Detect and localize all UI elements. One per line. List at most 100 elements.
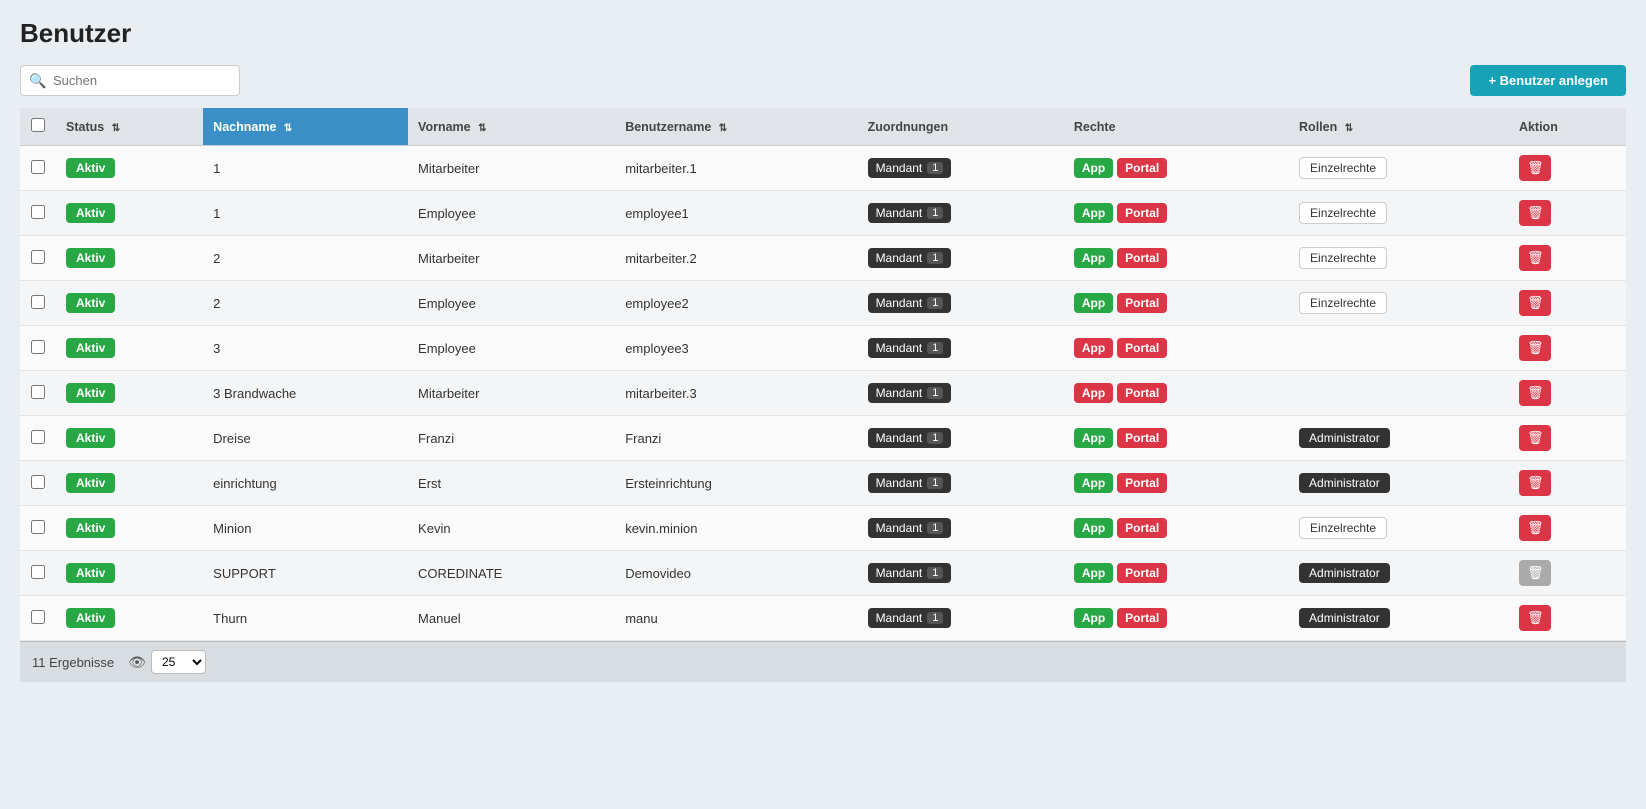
- row-rollen-cell: Einzelrechte: [1289, 506, 1509, 551]
- row-rollen-cell: Administrator: [1289, 461, 1509, 506]
- row-aktion-cell: 🗑: [1509, 461, 1626, 506]
- header-status[interactable]: Status ⇅: [56, 108, 203, 146]
- app-badge[interactable]: App: [1074, 563, 1113, 583]
- row-check-cell: [20, 596, 56, 641]
- row-checkbox[interactable]: [31, 430, 45, 444]
- header-benutzername[interactable]: Benutzername ⇅: [615, 108, 857, 146]
- app-badge[interactable]: App: [1074, 383, 1113, 403]
- header-check[interactable]: [20, 108, 56, 146]
- row-checkbox[interactable]: [31, 565, 45, 579]
- delete-button[interactable]: 🗑: [1519, 290, 1552, 316]
- row-check-cell: [20, 326, 56, 371]
- row-zuordnungen-cell: Mandant 1: [858, 416, 1064, 461]
- portal-badge[interactable]: Portal: [1117, 293, 1167, 313]
- app-badge[interactable]: App: [1074, 608, 1113, 628]
- table-row: AktivMinionKevinkevin.minionMandant 1App…: [20, 506, 1626, 551]
- portal-badge[interactable]: Portal: [1117, 383, 1167, 403]
- mandant-badge[interactable]: Mandant 1: [868, 338, 952, 358]
- delete-button[interactable]: 🗑: [1519, 200, 1552, 226]
- header-rechte: Rechte: [1064, 108, 1289, 146]
- row-rechte-cell: AppPortal: [1064, 236, 1289, 281]
- row-checkbox[interactable]: [31, 205, 45, 219]
- row-checkbox[interactable]: [31, 385, 45, 399]
- mandant-badge[interactable]: Mandant 1: [868, 428, 952, 448]
- mandant-badge[interactable]: Mandant 1: [868, 383, 952, 403]
- header-aktion: Aktion: [1509, 108, 1626, 146]
- select-all-checkbox[interactable]: [31, 118, 45, 132]
- delete-button[interactable]: 🗑: [1519, 470, 1552, 496]
- search-input[interactable]: [20, 65, 240, 96]
- app-badge[interactable]: App: [1074, 158, 1113, 178]
- row-benutzername-cell: manu: [615, 596, 857, 641]
- row-rechte-cell: AppPortal: [1064, 461, 1289, 506]
- mandant-badge[interactable]: Mandant 1: [868, 293, 952, 313]
- portal-badge[interactable]: Portal: [1117, 248, 1167, 268]
- row-zuordnungen-cell: Mandant 1: [858, 506, 1064, 551]
- delete-button[interactable]: 🗑: [1519, 515, 1552, 541]
- row-benutzername-cell: employee3: [615, 326, 857, 371]
- row-nachname-cell: Dreise: [203, 416, 408, 461]
- mandant-badge[interactable]: Mandant 1: [868, 563, 952, 583]
- per-page-select[interactable]: 25 50 100: [151, 650, 206, 674]
- portal-badge[interactable]: Portal: [1117, 428, 1167, 448]
- row-status-cell: Aktiv: [56, 371, 203, 416]
- app-badge[interactable]: App: [1074, 293, 1113, 313]
- row-status-cell: Aktiv: [56, 146, 203, 191]
- app-badge[interactable]: App: [1074, 428, 1113, 448]
- row-zuordnungen-cell: Mandant 1: [858, 551, 1064, 596]
- row-aktion-cell: 🗑: [1509, 596, 1626, 641]
- row-zuordnungen-cell: Mandant 1: [858, 371, 1064, 416]
- mandant-badge[interactable]: Mandant 1: [868, 608, 952, 628]
- mandant-badge[interactable]: Mandant 1: [868, 203, 952, 223]
- delete-button[interactable]: 🗑: [1519, 380, 1552, 406]
- header-vorname[interactable]: Vorname ⇅: [408, 108, 615, 146]
- portal-badge[interactable]: Portal: [1117, 338, 1167, 358]
- row-checkbox[interactable]: [31, 520, 45, 534]
- row-benutzername-cell: Ersteinrichtung: [615, 461, 857, 506]
- portal-badge[interactable]: Portal: [1117, 518, 1167, 538]
- row-rollen-cell: Einzelrechte: [1289, 191, 1509, 236]
- table-row: Aktiv1Mitarbeitermitarbeiter.1Mandant 1A…: [20, 146, 1626, 191]
- row-zuordnungen-cell: Mandant 1: [858, 461, 1064, 506]
- row-checkbox[interactable]: [31, 475, 45, 489]
- row-checkbox[interactable]: [31, 160, 45, 174]
- header-nachname[interactable]: Nachname ⇅: [203, 108, 408, 146]
- delete-button[interactable]: 🗑: [1519, 605, 1552, 631]
- mandant-badge[interactable]: Mandant 1: [868, 473, 952, 493]
- mandant-badge[interactable]: Mandant 1: [868, 158, 952, 178]
- portal-badge[interactable]: Portal: [1117, 473, 1167, 493]
- delete-button[interactable]: 🗑: [1519, 155, 1552, 181]
- portal-badge[interactable]: Portal: [1117, 158, 1167, 178]
- row-rollen-cell: Einzelrechte: [1289, 281, 1509, 326]
- row-benutzername-cell: mitarbeiter.3: [615, 371, 857, 416]
- portal-badge[interactable]: Portal: [1117, 563, 1167, 583]
- app-badge[interactable]: App: [1074, 518, 1113, 538]
- row-checkbox[interactable]: [31, 610, 45, 624]
- mandant-badge[interactable]: Mandant 1: [868, 248, 952, 268]
- row-check-cell: [20, 191, 56, 236]
- row-checkbox[interactable]: [31, 250, 45, 264]
- row-vorname-cell: Mitarbeiter: [408, 371, 615, 416]
- row-checkbox[interactable]: [31, 295, 45, 309]
- delete-button[interactable]: 🗑: [1519, 245, 1552, 271]
- delete-button[interactable]: 🗑: [1519, 335, 1552, 361]
- mandant-badge[interactable]: Mandant 1: [868, 518, 952, 538]
- app-badge[interactable]: App: [1074, 248, 1113, 268]
- row-rollen-cell: Administrator: [1289, 416, 1509, 461]
- row-zuordnungen-cell: Mandant 1: [858, 281, 1064, 326]
- app-badge[interactable]: App: [1074, 473, 1113, 493]
- row-nachname-cell: 2: [203, 236, 408, 281]
- portal-badge[interactable]: Portal: [1117, 608, 1167, 628]
- add-user-button[interactable]: + Benutzer anlegen: [1470, 65, 1626, 96]
- row-checkbox[interactable]: [31, 340, 45, 354]
- eye-icon: 👁: [128, 654, 146, 671]
- header-rollen[interactable]: Rollen ⇅: [1289, 108, 1509, 146]
- row-nachname-cell: SUPPORT: [203, 551, 408, 596]
- delete-button[interactable]: 🗑: [1519, 425, 1552, 451]
- app-badge[interactable]: App: [1074, 203, 1113, 223]
- delete-button[interactable]: 🗑: [1519, 560, 1552, 586]
- row-aktion-cell: 🗑: [1509, 551, 1626, 596]
- rolle-badge: Administrator: [1299, 563, 1390, 583]
- portal-badge[interactable]: Portal: [1117, 203, 1167, 223]
- app-badge[interactable]: App: [1074, 338, 1113, 358]
